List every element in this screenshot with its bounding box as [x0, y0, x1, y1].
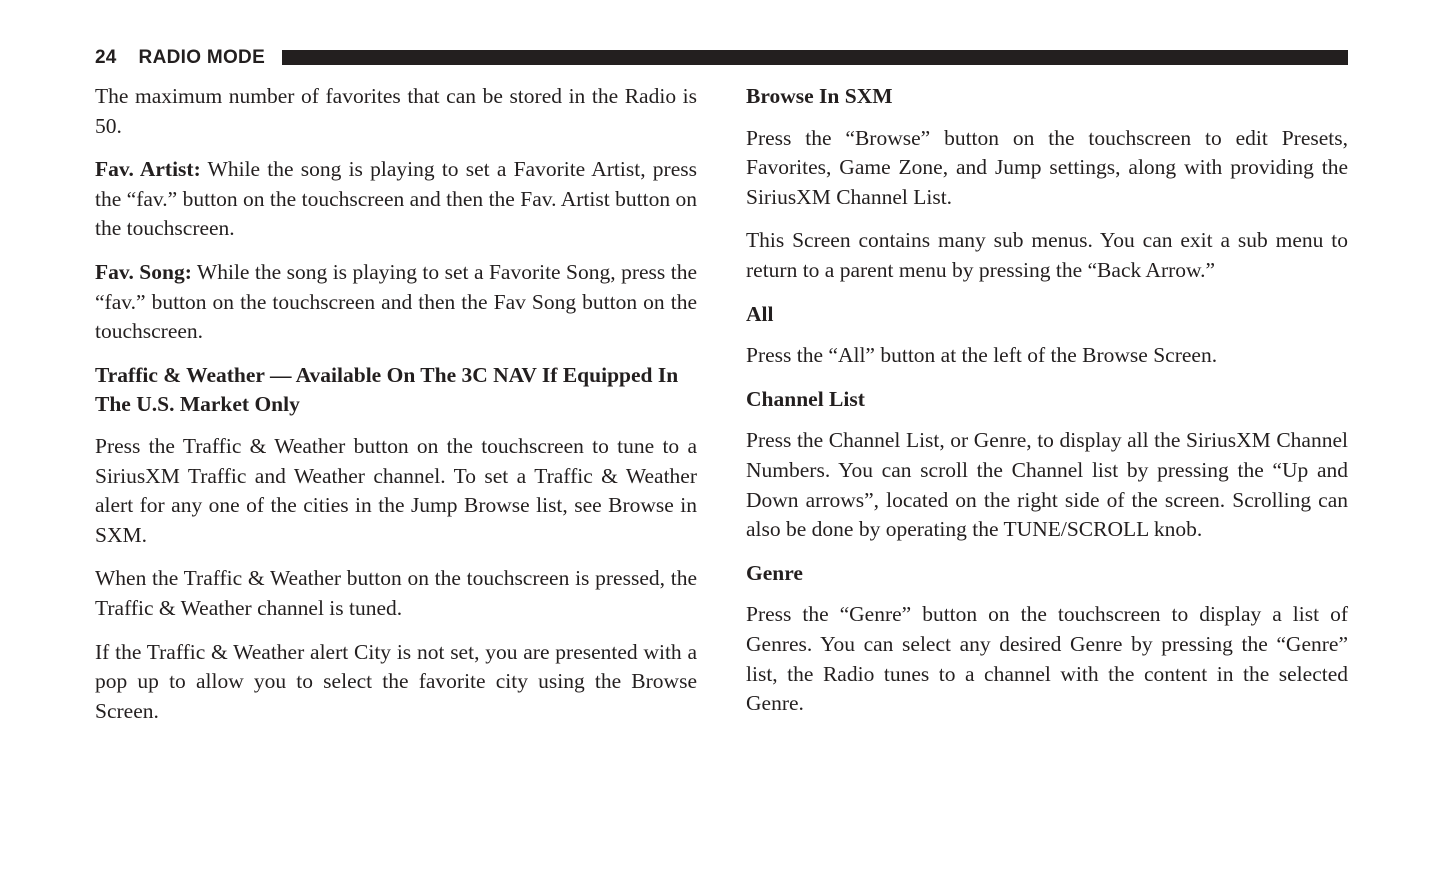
body-paragraph: Press the “All” button at the left of th… — [746, 343, 1218, 368]
page-number: 24 — [95, 46, 117, 68]
body-paragraph: The maximum number of favorites that can… — [95, 84, 697, 138]
paragraph-lead-in: Fav. Song: — [95, 259, 192, 284]
section-title: RADIO MODE — [138, 46, 266, 68]
body-paragraph: When the Traffic & Weather button on the… — [95, 566, 697, 620]
right-column: Browse In SXM Press the “Browse” button o… — [746, 82, 1348, 842]
body-paragraph: Fav. Song: While the song is playing to … — [95, 258, 697, 347]
body-paragraph: Press the Traffic & Weather button on th… — [95, 433, 697, 547]
body-paragraph: Fav. Artist: While the song is playing t… — [95, 155, 697, 244]
header-rule-bar — [282, 50, 1348, 65]
body-paragraph: Press the “Genre” button on the touchscr… — [746, 602, 1348, 716]
running-header: 24 RADIO MODE — [95, 44, 1348, 70]
left-column: The maximum number of favorites that can… — [95, 82, 697, 842]
body-paragraph: If the Traffic & Weather alert City is n… — [95, 639, 697, 723]
section-heading: Browse In SXM — [746, 84, 893, 108]
section-heading: All — [746, 301, 774, 326]
body-paragraph: This Screen contains many sub menus. You… — [746, 228, 1348, 282]
section-heading: Channel List — [746, 386, 865, 411]
manual-page: 24 RADIO MODE The maximum number of favo… — [0, 0, 1445, 874]
body-columns: The maximum number of favorites that can… — [95, 82, 1348, 842]
body-paragraph: Press the Channel List, or Genre, to dis… — [746, 428, 1348, 542]
section-heading: Traffic & Weather — Available On The 3C … — [95, 362, 679, 417]
paragraph-lead-in: Fav. Artist: — [95, 157, 201, 182]
section-heading: Genre — [746, 560, 803, 585]
body-paragraph: Press the “Browse” button on the touchsc… — [746, 125, 1348, 209]
